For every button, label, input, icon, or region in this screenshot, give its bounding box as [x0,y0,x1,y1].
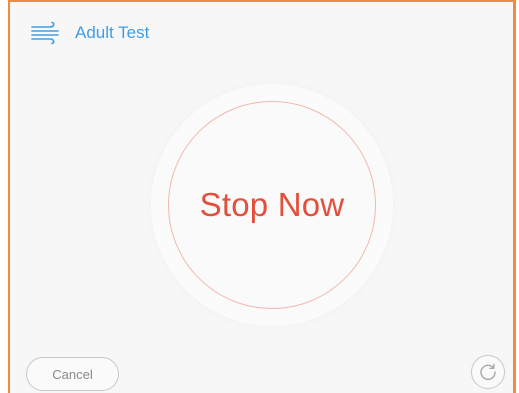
refresh-icon [480,363,496,381]
refresh-button[interactable] [471,355,505,389]
header: Adult Test [30,19,149,47]
app-title: Adult Test [75,23,150,42]
test-screen: Adult Test Stop Now Cancel [8,0,516,393]
wind-icon [31,21,59,45]
cancel-button[interactable]: Cancel [26,357,119,391]
cancel-label: Cancel [52,366,93,382]
stop-now-label: Stop Now [199,186,345,223]
stop-now-button[interactable]: Stop Now [168,101,376,309]
